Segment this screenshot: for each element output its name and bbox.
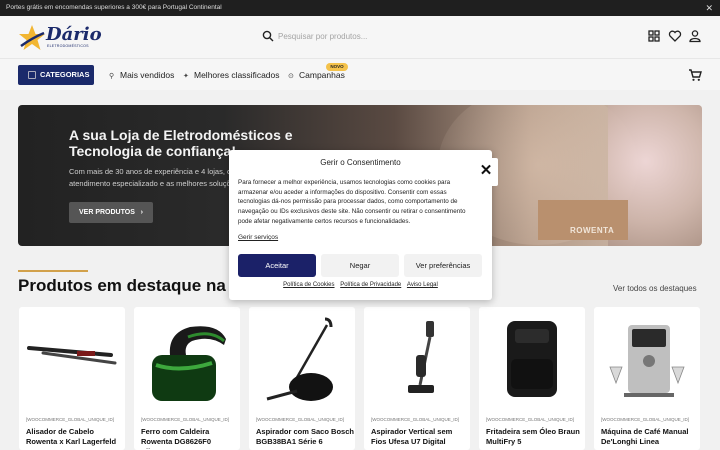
- consent-dialog: Gerir o Consentimento ✕ Para fornecer a …: [229, 150, 498, 300]
- product-image: [507, 321, 557, 397]
- preferences-button[interactable]: Ver preferências: [404, 254, 482, 277]
- categories-label: CATEGORIAS: [40, 70, 90, 79]
- main-nav: CATEGORIAS ⚲ Mais vendidos ✦ Melhores clas…: [0, 58, 720, 90]
- product-card[interactable]: [WOOCOMMERCE_GLOBAL_UNIQUE_ID] Aspirador…: [364, 307, 470, 450]
- product-card[interactable]: [WOOCOMMERCE_GLOBAL_UNIQUE_ID] Máquina d…: [594, 307, 700, 450]
- product-sku: [WOOCOMMERCE_GLOBAL_UNIQUE_ID]: [26, 417, 115, 422]
- logo-subtext: ELETRODOMÉSTICOS: [47, 44, 89, 48]
- nav-link-campaigns[interactable]: ⊙ Campanhas: [288, 70, 345, 80]
- star-logo-icon: [19, 25, 45, 50]
- site-logo[interactable]: Dário ELETRODOMÉSTICOS: [18, 22, 102, 52]
- view-all-link[interactable]: Ver todos os destaques: [613, 284, 697, 293]
- product-name[interactable]: Fritadeira sem Óleo Braun MultiFry 5: [486, 427, 584, 449]
- view-products-button[interactable]: VER PRODUTOS ›: [69, 202, 153, 223]
- product-card[interactable]: [WOOCOMMERCE_GLOBAL_UNIQUE_ID] Alisador …: [19, 307, 125, 450]
- brand-label: ROWENTA: [570, 226, 615, 235]
- product-card[interactable]: [WOOCOMMERCE_GLOBAL_UNIQUE_ID] Ferro com…: [134, 307, 240, 450]
- product-sku: [WOOCOMMERCE_GLOBAL_UNIQUE_ID]: [256, 417, 345, 422]
- product-image: [152, 326, 226, 401]
- section-accent-line: [18, 270, 88, 272]
- search-bar: [256, 25, 478, 47]
- product-name[interactable]: Aspirador com Saco Bosch BGB38BA1 Série …: [256, 427, 354, 449]
- product-name[interactable]: Aspirador Vertical sem Fios Ufesa U7 Dig…: [371, 427, 469, 449]
- consent-links: Política de Cookies Política de Privacid…: [229, 282, 492, 288]
- heart-icon[interactable]: [668, 29, 682, 43]
- new-badge: NOVO: [326, 63, 348, 71]
- accept-button[interactable]: Aceitar: [238, 254, 316, 277]
- categories-button[interactable]: CATEGORIAS: [18, 65, 94, 85]
- consent-title: Gerir o Consentimento: [320, 158, 401, 167]
- deny-button[interactable]: Negar: [321, 254, 399, 277]
- manage-services-link[interactable]: Gerir serviços: [238, 234, 278, 241]
- product-sku: [WOOCOMMERCE_GLOBAL_UNIQUE_ID]: [486, 417, 575, 422]
- product-name[interactable]: Máquina de Café Manual De'Longhi Linea: [601, 427, 699, 449]
- search-icon[interactable]: [262, 30, 274, 42]
- chevron-right-icon: ›: [140, 209, 143, 216]
- site-header: Dário ELETRODOMÉSTICOS: [0, 16, 720, 58]
- tag-icon: ⊙: [288, 73, 294, 80]
- product-card[interactable]: [WOOCOMMERCE_GLOBAL_UNIQUE_ID] Fritadeir…: [479, 307, 585, 450]
- product-sku: [WOOCOMMERCE_GLOBAL_UNIQUE_ID]: [141, 417, 230, 422]
- menu-icon: [28, 71, 36, 79]
- cart-icon[interactable]: [688, 68, 702, 82]
- nav-link-top-rated[interactable]: ✦ Melhores classificados: [183, 70, 280, 80]
- product-card[interactable]: [WOOCOMMERCE_GLOBAL_UNIQUE_ID] Aspirador…: [249, 307, 355, 450]
- consent-text: Para fornecer a melhor experiência, usam…: [238, 179, 466, 225]
- product-image: [609, 325, 685, 397]
- close-icon[interactable]: ✕: [705, 0, 713, 16]
- search-input[interactable]: [278, 28, 473, 44]
- product-sku: [WOOCOMMERCE_GLOBAL_UNIQUE_ID]: [601, 417, 690, 422]
- trending-icon: ⚲: [109, 73, 115, 80]
- promo-bar: Portes grátis em encomendas superiores a…: [0, 0, 720, 16]
- product-image: [266, 317, 333, 401]
- privacy-policy-link[interactable]: Política de Privacidade: [340, 282, 401, 288]
- product-name[interactable]: Alisador de Cabelo Rowenta x Karl Lagerf…: [26, 427, 124, 449]
- compare-icon[interactable]: [647, 29, 661, 43]
- legal-notice-link[interactable]: Aviso Legal: [407, 282, 438, 288]
- medal-icon: ✦: [183, 73, 189, 80]
- nav-link-best-sellers[interactable]: ⚲ Mais vendidos: [109, 70, 174, 80]
- user-icon[interactable]: [688, 29, 702, 43]
- product-image: [27, 346, 117, 365]
- product-image: [408, 321, 434, 393]
- product-sku: [WOOCOMMERCE_GLOBAL_UNIQUE_ID]: [371, 417, 460, 422]
- promo-text: Portes grátis em encomendas superiores a…: [6, 4, 222, 11]
- product-name[interactable]: Ferro com Caldeira Rowenta DG8626F0 Sile…: [141, 427, 239, 449]
- cookie-policy-link[interactable]: Política de Cookies: [283, 282, 334, 288]
- logo-text: Dário: [46, 24, 102, 45]
